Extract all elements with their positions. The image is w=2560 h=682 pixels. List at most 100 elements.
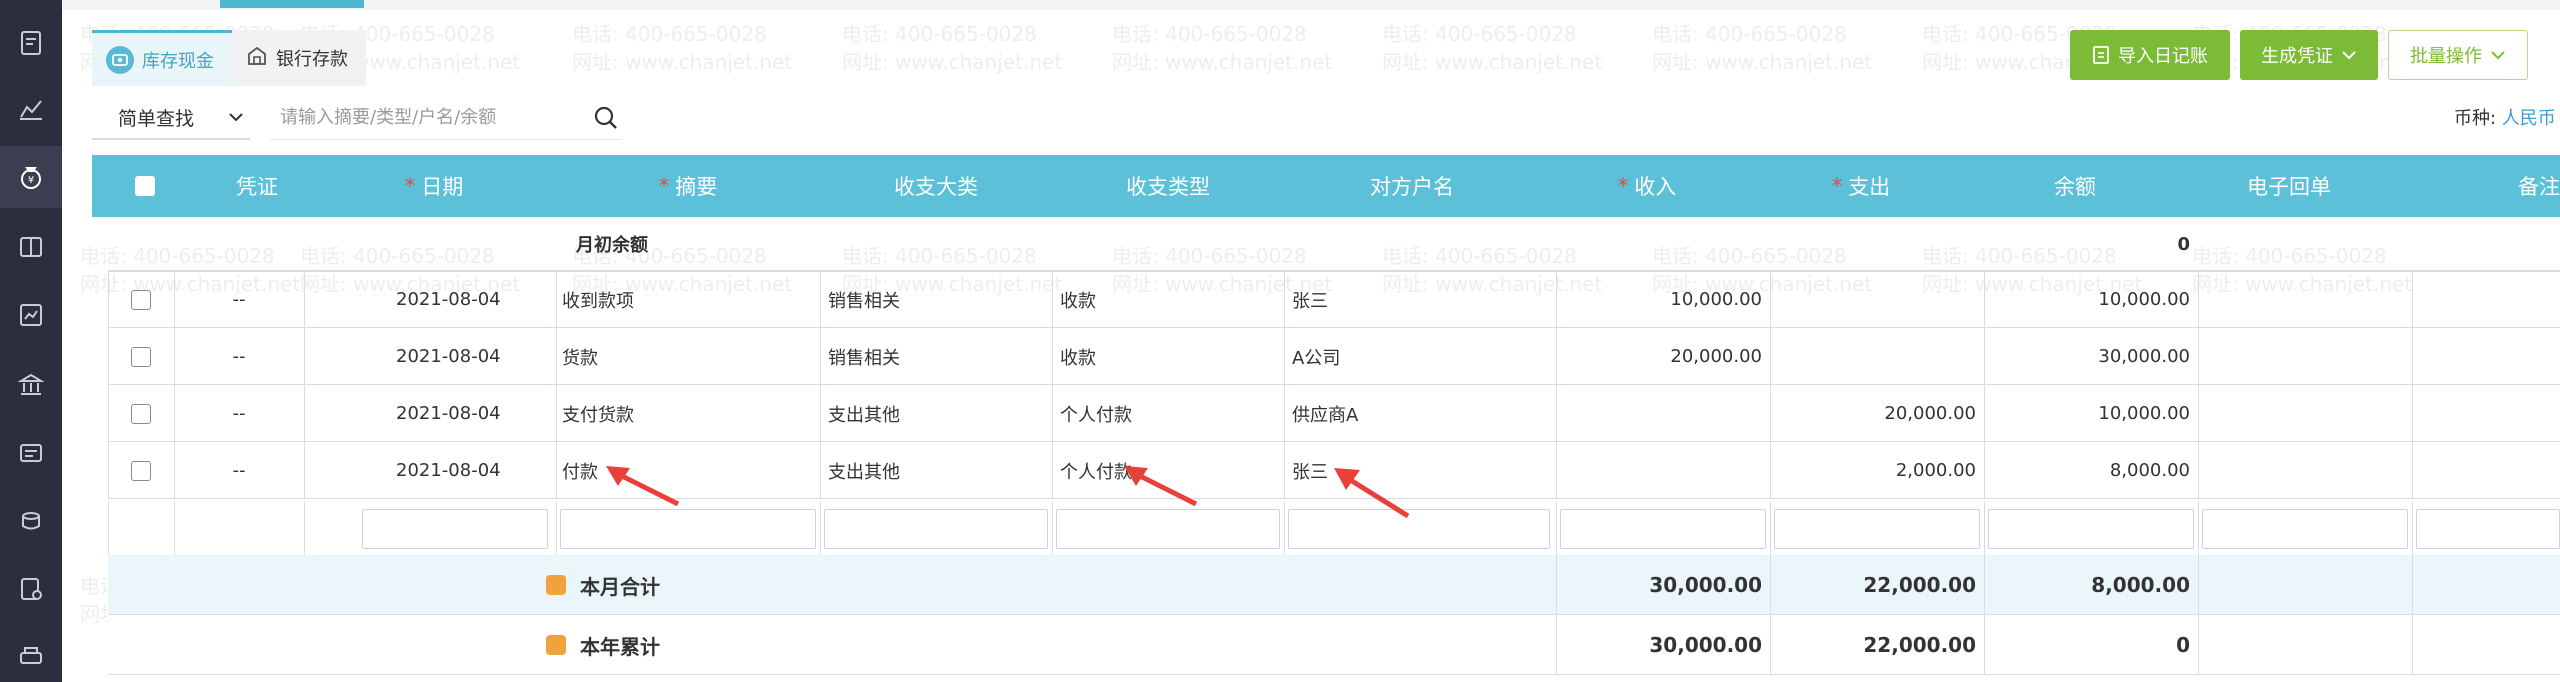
col-balance[interactable]: 余额 (1968, 155, 2182, 217)
tab-cash-label: 库存现金 (142, 50, 214, 72)
new-type-input[interactable] (1056, 509, 1280, 549)
row-account: 供应商A (1292, 404, 1359, 426)
tab-bar: 库存现金 银行存款 (92, 30, 366, 86)
batch-operation-label: 批量操作 (2410, 46, 2482, 67)
annotation-arrow-icon (1334, 468, 1410, 519)
row-voucher[interactable]: -- (174, 442, 304, 499)
new-expense-input[interactable] (1774, 509, 1980, 549)
printer-icon[interactable] (0, 626, 62, 682)
table-row[interactable]: -- 2021-08-04 收到款项 销售相关 收款 张三 10,000.00 10,000.… (108, 271, 2560, 328)
cash-icon (106, 45, 134, 74)
row-voucher[interactable]: -- (174, 328, 304, 385)
row-expense: 2,000.00 (1895, 460, 1976, 481)
coins-icon[interactable] (0, 490, 62, 552)
col-type[interactable]: 收支类型 (1052, 155, 1284, 217)
cash-journal-table: 凭证 * 日期 * 摘要 收支大类 收支类型 对方户名 * 收入 * 支出 余额 电子回… (92, 155, 2560, 675)
bank-icon[interactable] (0, 354, 62, 416)
import-journal-button[interactable]: 导入日记账 (2070, 30, 2230, 80)
year-total-row: 本年累计 30,000.00 22,000.00 0 (108, 615, 2560, 675)
invoice-icon[interactable] (0, 422, 62, 484)
tab-bank[interactable]: 银行存款 (232, 30, 366, 86)
row-balance: 8,000.00 (2109, 460, 2190, 481)
new-receipt-input[interactable] (2202, 509, 2408, 549)
row-voucher[interactable]: -- (174, 271, 304, 328)
table-row[interactable]: -- 2021-08-04 支付货款 支出其他 个人付款 供应商A 20,000.00 10,… (108, 385, 2560, 442)
row-date: 2021-08-04 (396, 346, 501, 367)
currency-selector[interactable]: 币种: 人民币 (2454, 104, 2556, 130)
row-summary: 付款 (562, 461, 598, 483)
search-input[interactable] (270, 96, 620, 140)
chart-line-icon[interactable] (0, 78, 62, 140)
sidebar: ¥ (0, 0, 62, 682)
select-all-checkbox[interactable] (130, 155, 160, 217)
row-checkbox[interactable] (108, 385, 174, 442)
col-category[interactable]: 收支大类 (820, 155, 1052, 217)
row-income: 10,000.00 (1670, 289, 1762, 310)
row-checkbox[interactable] (108, 328, 174, 385)
chevron-down-icon (229, 113, 243, 122)
watermark-site: 网址: www.chanjet.net (1112, 50, 1333, 74)
month-total-income: 30,000.00 (1649, 573, 1762, 597)
row-category: 销售相关 (828, 347, 900, 369)
col-voucher[interactable]: 凭证 (202, 155, 312, 217)
row-checkbox[interactable] (108, 271, 174, 328)
row-account: 张三 (1292, 290, 1328, 312)
annotation-arrow-icon (1124, 466, 1198, 507)
import-journal-label: 导入日记账 (2118, 46, 2208, 67)
bank-icon (246, 45, 268, 72)
watermark-phone: 电话: 400-665-0028 (1652, 22, 1847, 46)
row-balance: 10,000.00 (2098, 289, 2190, 310)
row-type: 收款 (1060, 347, 1096, 369)
row-category: 支出其他 (828, 404, 900, 426)
col-income[interactable]: * 收入 (1540, 155, 1754, 217)
new-summary-input[interactable] (560, 509, 816, 549)
watermark-site: 网址: www.chanjet.net (572, 50, 793, 74)
new-date-input[interactable] (362, 509, 548, 549)
search-icon[interactable] (588, 100, 624, 136)
col-note[interactable]: 备注 (2396, 155, 2560, 217)
currency-value: 人民币 (2501, 108, 2556, 129)
row-divider (108, 271, 2560, 272)
col-account[interactable]: 对方户名 (1284, 155, 1540, 217)
row-expense (1770, 271, 1976, 328)
watermark-site: 网址: www.chanjet.net (1382, 50, 1603, 74)
money-bag-icon[interactable]: ¥ (0, 146, 62, 208)
toolbar-actions: 导入日记账 生成凭证 批量操作 (2070, 30, 2528, 80)
col-receipt[interactable]: 电子回单 (2182, 155, 2396, 217)
row-checkbox[interactable] (108, 442, 174, 499)
new-category-input[interactable] (824, 509, 1048, 549)
watermark-phone: 电话: 400-665-0028 (1382, 22, 1577, 46)
watermark-site: 网址: www.chanjet.net (842, 50, 1063, 74)
col-date[interactable]: * 日期 (312, 155, 556, 217)
row-voucher[interactable]: -- (174, 385, 304, 442)
report-icon[interactable] (0, 284, 62, 346)
annotation-arrow-icon (606, 466, 680, 507)
opening-balance-label: 月初余额 (576, 235, 648, 256)
row-balance: 30,000.00 (2098, 346, 2190, 367)
currency-label: 币种: (2454, 108, 2497, 129)
col-summary[interactable]: * 摘要 (556, 155, 820, 217)
year-total-income: 30,000.00 (1649, 633, 1762, 657)
generate-voucher-button[interactable]: 生成凭证 (2240, 30, 2378, 80)
year-total-expense: 22,000.00 (1863, 633, 1976, 657)
table-row[interactable]: -- 2021-08-04 货款 销售相关 收款 A公司 20,000.00 30,000.0… (108, 328, 2560, 385)
new-note-input[interactable] (2416, 509, 2560, 549)
tab-bank-label: 银行存款 (276, 49, 348, 70)
tab-cash[interactable]: 库存现金 (92, 30, 232, 86)
search-mode-select[interactable]: 简单查找 (92, 96, 250, 140)
row-type: 个人付款 (1060, 404, 1132, 426)
row-category: 支出其他 (828, 461, 900, 483)
opening-balance-row: 月初余额 0 (108, 217, 2560, 271)
opening-balance-value: 0 (2177, 233, 2190, 255)
new-balance-input[interactable] (1988, 509, 2194, 549)
watermark-phone: 电话: 400-665-0028 (1112, 22, 1307, 46)
ledger-icon[interactable] (0, 216, 62, 278)
document-icon[interactable] (0, 12, 62, 74)
new-income-input[interactable] (1560, 509, 1766, 549)
row-account: A公司 (1292, 347, 1341, 369)
voucher-icon[interactable] (0, 558, 62, 620)
svg-text:¥: ¥ (28, 175, 34, 186)
batch-operation-button[interactable]: 批量操作 (2388, 30, 2528, 80)
generate-voucher-label: 生成凭证 (2261, 46, 2333, 67)
col-expense[interactable]: * 支出 (1754, 155, 1968, 217)
